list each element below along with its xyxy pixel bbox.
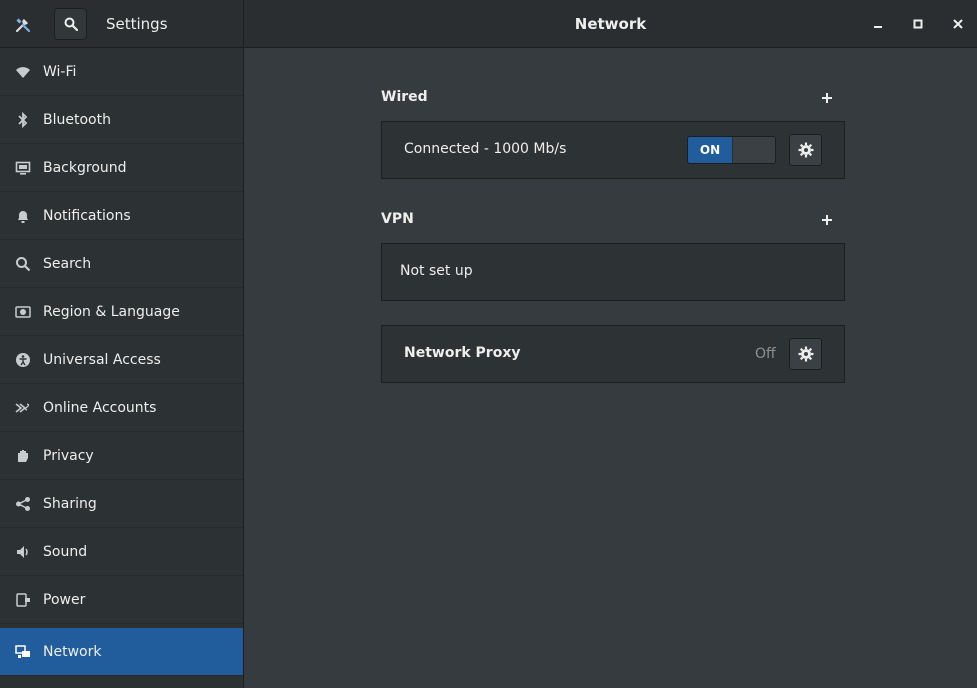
sidebar-item-label: Wi-Fi xyxy=(43,63,77,80)
search-button[interactable] xyxy=(54,8,87,40)
main-headerbar: Network xyxy=(244,0,977,48)
sidebar-item-power[interactable]: Power xyxy=(0,576,243,624)
gear-icon xyxy=(798,142,813,158)
wired-section-title: Wired xyxy=(381,89,428,105)
settings-tools-icon xyxy=(6,9,40,41)
app-title: Settings xyxy=(106,15,168,33)
vpn-status: Not set up xyxy=(400,263,473,279)
wired-status: Connected - 1000 Mb/s xyxy=(404,141,567,157)
sidebar-item-privacy[interactable]: Privacy xyxy=(0,432,243,480)
plus-icon xyxy=(822,93,832,103)
sidebar-item-network[interactable]: Network xyxy=(0,628,243,676)
power-plug-icon xyxy=(15,592,31,608)
toggle-knob xyxy=(733,137,775,163)
network-proxy-row[interactable]: Network Proxy Off xyxy=(381,325,845,383)
wired-toggle[interactable]: ON xyxy=(687,136,776,164)
proxy-state: Off xyxy=(755,346,776,362)
sidebar-item-sharing[interactable]: Sharing xyxy=(0,480,243,528)
sidebar-item-wifi[interactable]: Wi-Fi xyxy=(0,48,243,96)
wifi-icon xyxy=(15,64,31,80)
sidebar: Wi-Fi Bluetooth Background Notifications… xyxy=(0,48,243,688)
maximize-button[interactable] xyxy=(906,12,930,36)
sidebar-item-label: Power xyxy=(43,591,86,608)
sidebar-item-region-language[interactable]: Region & Language xyxy=(0,288,243,336)
vpn-section-title: VPN xyxy=(381,211,414,227)
plus-icon xyxy=(822,215,832,225)
sidebar-item-label: Background xyxy=(43,159,127,176)
sidebar-item-label: Search xyxy=(43,255,92,272)
sidebar-item-label: Region & Language xyxy=(43,303,180,320)
close-icon xyxy=(953,19,963,29)
region-icon xyxy=(15,304,31,320)
minimize-icon xyxy=(874,26,882,28)
sidebar-item-background[interactable]: Background xyxy=(0,144,243,192)
accessibility-icon xyxy=(15,352,31,368)
pane-divider xyxy=(243,0,244,688)
sidebar-item-label: Privacy xyxy=(43,447,94,464)
search-icon xyxy=(64,17,78,31)
add-wired-button[interactable] xyxy=(817,88,837,108)
sidebar-item-label: Sharing xyxy=(43,495,97,512)
sidebar-item-label: Notifications xyxy=(43,207,131,224)
online-accounts-icon xyxy=(15,400,31,416)
sidebar-item-label: Online Accounts xyxy=(43,399,157,416)
bell-icon xyxy=(15,208,31,224)
sidebar-item-online-accounts[interactable]: Online Accounts xyxy=(0,384,243,432)
sidebar-item-label: Universal Access xyxy=(43,351,161,368)
speaker-icon xyxy=(15,544,31,560)
sidebar-item-label: Sound xyxy=(43,543,88,560)
proxy-settings-button[interactable] xyxy=(789,338,822,370)
sidebar-item-notifications[interactable]: Notifications xyxy=(0,192,243,240)
sidebar-item-label: Network xyxy=(43,643,102,660)
sidebar-headerbar: Settings xyxy=(0,0,243,48)
bluetooth-icon xyxy=(15,111,31,128)
add-vpn-button[interactable] xyxy=(817,210,837,230)
toggle-on-label: ON xyxy=(688,137,732,163)
sidebar-item-bluetooth[interactable]: Bluetooth xyxy=(0,96,243,144)
network-icon xyxy=(15,644,31,660)
sidebar-item-universal-access[interactable]: Universal Access xyxy=(0,336,243,384)
close-button[interactable] xyxy=(946,12,970,36)
search-icon xyxy=(15,256,31,272)
share-icon xyxy=(15,496,31,512)
hand-icon xyxy=(15,448,31,464)
wired-connection-row: Connected - 1000 Mb/s ON xyxy=(381,121,845,179)
sidebar-item-search[interactable]: Search xyxy=(0,240,243,288)
minimize-button[interactable] xyxy=(866,12,890,36)
gear-icon xyxy=(798,346,813,362)
maximize-icon xyxy=(913,19,923,29)
wired-settings-button[interactable] xyxy=(789,134,822,166)
background-icon xyxy=(15,160,31,176)
sidebar-item-label: Bluetooth xyxy=(43,111,111,128)
sidebar-item-sound[interactable]: Sound xyxy=(0,528,243,576)
vpn-row: Not set up xyxy=(381,243,845,301)
network-proxy-label: Network Proxy xyxy=(404,345,521,361)
